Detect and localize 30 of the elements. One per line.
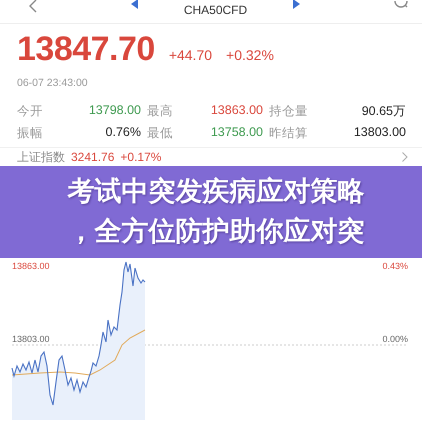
stat-value: 90.65万 (360, 103, 406, 120)
stat-label: 振幅 (17, 125, 44, 142)
chevron-right-icon[interactable] (402, 152, 408, 162)
symbol-code: CHA50CFD (184, 3, 248, 19)
axis-high-label: 13863.00 (12, 261, 50, 271)
stat-label: 最高 (147, 103, 174, 120)
index-name[interactable]: 上证指数 (17, 148, 65, 166)
stat-label: 最低 (147, 125, 174, 142)
stat-value: 13803.00 (352, 125, 406, 141)
previous-icon[interactable] (130, 0, 138, 9)
banner-headline: ，全方位防护助你应对突 (68, 215, 364, 249)
back-icon[interactable] (28, 0, 37, 13)
index-value: 3241.76 (71, 150, 114, 164)
next-icon[interactable] (293, 0, 300, 9)
last-price: 13847.70 (17, 30, 155, 69)
axis-base-label: 13803.00 (12, 334, 50, 344)
stat-value: 13758.00 (210, 125, 264, 141)
stat-value: 0.76% (104, 125, 142, 141)
axis-high-percent: 0.43% (382, 261, 408, 271)
price-change: +44.70 (168, 47, 212, 63)
percent-change: +0.32% (226, 47, 274, 63)
stat-value: 13863.00 (210, 103, 264, 119)
stat-label: 昨结算 (269, 125, 309, 142)
axis-base-percent: 0.00% (382, 334, 408, 344)
stat-label: 今开 (17, 103, 44, 120)
banner-headline: 考试中突发疾病应对策略 (68, 175, 364, 209)
quote-time: 06-07 23:43:00 (17, 77, 89, 89)
stat-value: 13798.00 (88, 103, 142, 119)
index-change: +0.17% (120, 150, 162, 164)
stat-label: 持仓量 (269, 103, 309, 120)
